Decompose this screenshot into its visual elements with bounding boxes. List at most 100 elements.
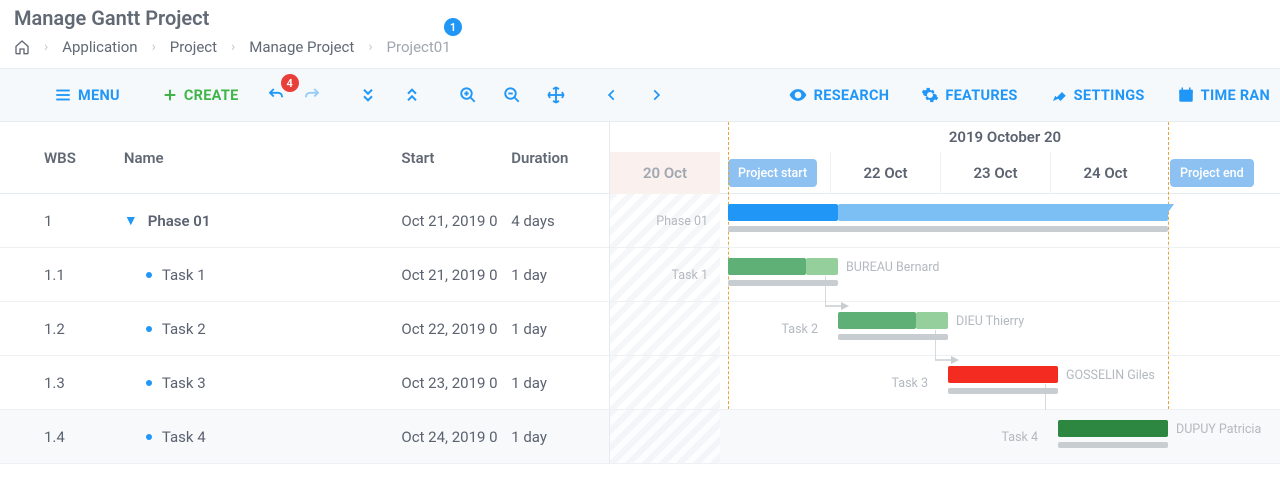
row-label: Task 4 <box>940 410 1050 464</box>
row-label: Task 2 <box>720 302 830 356</box>
assignee-label: BUREAU Bernard <box>846 260 939 275</box>
cell-start: Oct 21, 2019 0 <box>401 212 511 230</box>
table-row[interactable]: 1.1 Task 1 Oct 21, 2019 0 1 day <box>0 248 609 302</box>
gantt-row: Task 4 DUPUY Patricia <box>610 410 1280 464</box>
cell-wbs: 1.1 <box>44 266 124 284</box>
cell-name: Task 3 <box>162 374 206 392</box>
chevron-right-icon: › <box>44 39 48 55</box>
time-range-button[interactable]: TIME RAN <box>1167 80 1280 110</box>
task-bar[interactable] <box>806 258 838 275</box>
toolbar: MENU CREATE 4 RESEARCH <box>0 68 1280 122</box>
collapse-all-button[interactable] <box>395 81 429 109</box>
next-button[interactable] <box>639 82 673 108</box>
phase-bar[interactable] <box>838 204 1168 221</box>
table-row[interactable]: 1 ▼ Phase 01 Oct 21, 2019 0 4 days <box>0 194 609 248</box>
features-label: FEATURES <box>945 87 1017 104</box>
bullet-icon <box>146 380 152 386</box>
task-bar[interactable] <box>916 312 948 329</box>
project-end-chip[interactable]: Project end <box>1170 159 1254 187</box>
cell-start: Oct 23, 2019 0 <box>401 374 511 392</box>
settings-label: SETTINGS <box>1074 87 1145 104</box>
weekend-hatch <box>610 356 720 409</box>
page-title: Manage Gantt Project <box>14 6 209 30</box>
col-header-duration[interactable]: Duration <box>511 149 609 167</box>
row-label: Task 3 <box>830 356 940 410</box>
progress-bar <box>728 280 838 286</box>
progress-bar <box>948 388 1058 394</box>
gantt-row: Phase 01 <box>610 194 1280 248</box>
progress-bar <box>728 226 1168 232</box>
gantt-timeline[interactable]: 2019 October 20 20 Oct 22 Oct 23 Oct 24 … <box>610 122 1280 464</box>
cell-duration: 1 day <box>511 320 609 338</box>
chevron-right-icon: › <box>231 39 235 55</box>
table-row[interactable]: 1.2 Task 2 Oct 22, 2019 0 1 day <box>0 302 609 356</box>
row-label: Task 1 <box>610 248 720 302</box>
project-start-chip[interactable]: Project start <box>728 159 817 187</box>
time-range-label: TIME RAN <box>1201 87 1270 104</box>
progress-bar <box>1058 442 1168 448</box>
timeline-day[interactable]: 24 Oct <box>1050 152 1160 194</box>
assignee-label: DUPUY Patricia <box>1176 422 1261 437</box>
bullet-icon <box>146 272 152 278</box>
timeline-day[interactable]: 22 Oct <box>830 152 940 194</box>
cell-duration: 1 day <box>511 374 609 392</box>
cell-wbs: 1 <box>44 212 124 230</box>
prev-button[interactable] <box>595 82 629 108</box>
cell-start: Oct 24, 2019 0 <box>401 428 511 446</box>
progress-bar <box>838 334 948 340</box>
cell-duration: 1 day <box>511 266 609 284</box>
research-label: RESEARCH <box>814 87 890 104</box>
breadcrumb-project[interactable]: Project <box>170 38 217 56</box>
timeline-day[interactable]: 23 Oct <box>940 152 1050 194</box>
zoom-out-button[interactable] <box>495 80 529 110</box>
breadcrumb-application[interactable]: Application <box>62 38 137 56</box>
cell-wbs: 1.2 <box>44 320 124 338</box>
menu-button[interactable]: MENU <box>44 80 130 110</box>
research-button[interactable]: RESEARCH <box>778 79 900 111</box>
col-header-name[interactable]: Name <box>124 149 402 167</box>
grid-header: WBS Name Start Duration <box>0 122 609 194</box>
cell-name: Phase 01 <box>148 212 211 230</box>
redo-button[interactable] <box>295 80 329 110</box>
zoom-in-button[interactable] <box>451 80 485 110</box>
table-row[interactable]: 1.4 Task 4 Oct 24, 2019 0 1 day <box>0 410 609 464</box>
chevron-down-icon[interactable]: ▼ <box>124 212 138 229</box>
notification-badge[interactable]: 1 <box>444 18 462 36</box>
weekend-hatch <box>610 410 720 463</box>
cell-name: Task 4 <box>162 428 206 446</box>
fit-button[interactable] <box>539 80 573 110</box>
cell-wbs: 1.3 <box>44 374 124 392</box>
cell-duration: 4 days <box>511 212 609 230</box>
task-bar[interactable] <box>1058 420 1168 437</box>
undo-button[interactable]: 4 <box>259 80 293 110</box>
breadcrumb-current: Project01 <box>387 38 451 56</box>
menu-label: MENU <box>78 87 120 104</box>
timeline-title: 2019 October 20 <box>610 122 1280 152</box>
col-header-start[interactable]: Start <box>401 149 511 167</box>
features-button[interactable]: FEATURES <box>911 80 1027 110</box>
bullet-icon <box>146 326 152 332</box>
create-label: CREATE <box>184 87 239 104</box>
phase-bar-done[interactable] <box>728 204 838 221</box>
settings-button[interactable]: SETTINGS <box>1040 80 1155 110</box>
chevron-right-icon: › <box>368 39 372 55</box>
breadcrumb-manage-project[interactable]: Manage Project <box>249 38 354 56</box>
assignee-label: GOSSELIN Giles <box>1066 368 1155 383</box>
cell-name: Task 2 <box>162 320 206 338</box>
col-header-wbs[interactable]: WBS <box>44 149 124 167</box>
task-bar-overdue[interactable] <box>948 366 1058 383</box>
gantt-row: Task 2 DIEU Thierry <box>610 302 1280 356</box>
gantt-row: Task 1 BUREAU Bernard <box>610 248 1280 302</box>
cell-name: Task 1 <box>162 266 206 284</box>
phase-end-marker <box>1162 204 1174 221</box>
assignee-label: DIEU Thierry <box>956 314 1024 329</box>
create-button[interactable]: CREATE <box>152 81 249 110</box>
timeline-day[interactable]: 20 Oct <box>610 152 720 194</box>
expand-all-button[interactable] <box>351 81 385 109</box>
cell-start: Oct 22, 2019 0 <box>401 320 511 338</box>
task-bar-done[interactable] <box>728 258 806 275</box>
task-grid: WBS Name Start Duration 1 ▼ Phase 01 Oct… <box>0 122 610 464</box>
home-icon[interactable] <box>14 39 30 55</box>
task-bar-done[interactable] <box>838 312 916 329</box>
table-row[interactable]: 1.3 Task 3 Oct 23, 2019 0 1 day <box>0 356 609 410</box>
